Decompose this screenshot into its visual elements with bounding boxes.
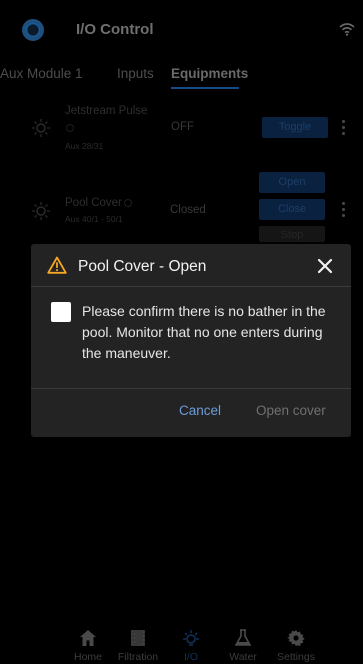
dialog-message: Please confirm there is no bather in the… <box>82 303 326 361</box>
equipment-state: Closed <box>170 204 206 216</box>
nav-item-home[interactable]: Home <box>60 620 116 663</box>
nav-label: Filtration <box>117 651 159 663</box>
app-title: I/O Control <box>76 21 154 38</box>
info-icon <box>66 124 74 132</box>
warning-icon <box>47 256 67 274</box>
equipment-name: Jetstream Pulse <box>65 105 148 117</box>
tab-inputs[interactable]: Inputs <box>117 66 154 81</box>
nav-label: Settings <box>277 651 315 663</box>
close-button[interactable]: Close <box>259 199 325 220</box>
more-options-icon[interactable] <box>342 202 346 220</box>
bulb-icon <box>32 119 50 137</box>
equipment-name: Pool Cover <box>65 197 122 209</box>
bottom-nav: Home Filtration I/O Water Settings <box>0 620 363 664</box>
filtration-icon <box>131 630 145 646</box>
info-icon <box>124 199 132 207</box>
confirm-dialog: Pool Cover - Open Please confirm there i… <box>31 244 351 437</box>
close-icon[interactable] <box>314 255 336 277</box>
nav-item-settings[interactable]: Settings <box>268 620 324 663</box>
dialog-divider <box>31 286 351 287</box>
nav-item-io[interactable]: I/O <box>163 620 219 663</box>
tab-bar: Aux Module 1 Inputs Equipments <box>0 66 363 90</box>
nav-label: Home <box>73 651 102 663</box>
circle-logo-icon <box>22 19 44 41</box>
stop-button[interactable]: Stop <box>259 226 325 242</box>
open-button[interactable]: Open <box>259 172 325 193</box>
bulb-icon <box>183 630 199 646</box>
nav-label: Water <box>229 651 257 663</box>
nav-item-filtration[interactable]: Filtration <box>110 620 166 663</box>
equipment-subtitle: Aux 28/31 <box>65 141 104 151</box>
cancel-button[interactable]: Cancel <box>179 403 221 418</box>
home-icon <box>80 630 96 646</box>
nav-item-water[interactable]: Water <box>215 620 271 663</box>
equipment-state: OFF <box>171 121 194 133</box>
wifi-icon <box>339 23 355 36</box>
confirm-checkbox[interactable] <box>51 302 71 322</box>
flask-icon <box>234 629 252 646</box>
equipment-subtitle: Aux 40/1 - 50/1 <box>65 214 123 224</box>
tab-aux-module[interactable]: Aux Module 1 <box>0 66 83 81</box>
tab-equipments[interactable]: Equipments <box>171 66 248 81</box>
toggle-button[interactable]: Toggle <box>262 117 328 138</box>
gear-icon <box>287 630 305 647</box>
app-header: I/O Control <box>0 0 363 62</box>
open-cover-button[interactable]: Open cover <box>256 403 326 418</box>
active-tab-indicator <box>171 87 239 89</box>
dialog-divider <box>31 388 351 389</box>
more-options-icon[interactable] <box>342 120 346 138</box>
nav-label: I/O <box>183 651 198 663</box>
dialog-title: Pool Cover - Open <box>78 258 207 275</box>
bulb-icon <box>32 202 50 220</box>
